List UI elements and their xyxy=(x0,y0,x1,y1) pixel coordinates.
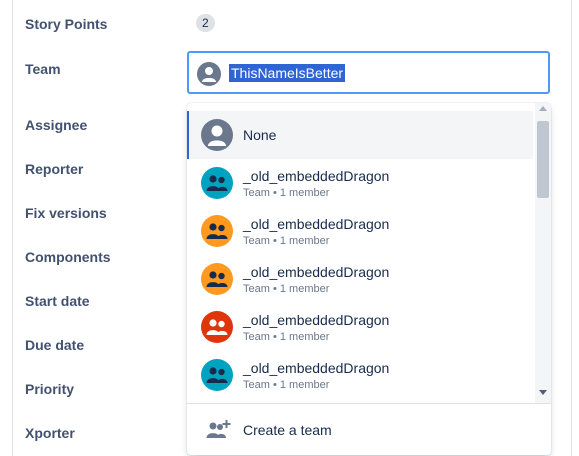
team-option-name: _old_embeddedDragon xyxy=(243,216,390,232)
team-option-name: _old_embeddedDragon xyxy=(243,264,390,280)
team-option[interactable]: _old_embeddedDragon Team • 1 member xyxy=(187,255,533,303)
scroll-down-arrow-icon[interactable] xyxy=(539,390,547,395)
scroll-up-arrow-icon[interactable] xyxy=(539,106,547,111)
team-option-name: _old_embeddedDragon xyxy=(243,360,390,376)
team-option-meta: Team • 1 member xyxy=(243,187,330,199)
create-team-label: Create a team xyxy=(243,422,332,438)
person-placeholder-icon xyxy=(201,119,233,151)
priority-label: Priority xyxy=(25,381,75,397)
team-icon xyxy=(201,311,233,343)
team-input[interactable]: ThisNameIsBetter xyxy=(187,51,550,94)
team-options-list: None _old_embeddedDragon Team • 1 member… xyxy=(187,111,533,403)
team-option[interactable]: _old_embeddedDragon Team • 1 member xyxy=(187,207,533,255)
xporter-label: Xporter xyxy=(25,425,75,441)
components-label: Components xyxy=(25,249,111,265)
team-label: Team xyxy=(25,61,61,77)
option-none[interactable]: None xyxy=(187,111,533,159)
person-placeholder-icon xyxy=(197,62,221,86)
reporter-label: Reporter xyxy=(25,161,84,177)
team-option[interactable]: _old_embeddedDragon Team • 1 member xyxy=(187,351,533,399)
fix-versions-label: Fix versions xyxy=(25,205,107,221)
team-icon xyxy=(201,167,233,199)
option-none-label: None xyxy=(243,127,277,143)
team-option-meta: Team • 1 member xyxy=(243,331,330,343)
team-option-name: _old_embeddedDragon xyxy=(243,312,390,328)
start-date-label: Start date xyxy=(25,293,90,309)
story-points-label: Story Points xyxy=(25,16,108,32)
team-option[interactable]: _old_embeddedDragon Team • 1 member xyxy=(187,303,533,351)
add-team-icon xyxy=(206,420,231,438)
team-option-meta: Team • 1 member xyxy=(243,235,330,247)
team-icon xyxy=(201,359,233,391)
due-date-label: Due date xyxy=(25,337,85,353)
dropdown-scrollbar[interactable] xyxy=(535,103,551,403)
team-option-name: _old_embeddedDragon xyxy=(243,168,390,184)
scrollbar-thumb[interactable] xyxy=(537,121,549,198)
create-team-button[interactable]: Create a team xyxy=(187,404,551,455)
assignee-label: Assignee xyxy=(25,117,88,133)
team-icon xyxy=(201,215,233,247)
story-points-badge[interactable]: 2 xyxy=(196,14,215,32)
team-option-meta: Team • 1 member xyxy=(243,283,330,295)
team-dropdown: None _old_embeddedDragon Team • 1 member… xyxy=(187,103,551,455)
team-option[interactable]: _old_embeddedDragon Team • 1 member xyxy=(187,159,533,207)
team-option-meta: Team • 1 member xyxy=(243,379,330,391)
team-input-value[interactable]: ThisNameIsBetter xyxy=(229,64,346,82)
team-icon xyxy=(201,263,233,295)
